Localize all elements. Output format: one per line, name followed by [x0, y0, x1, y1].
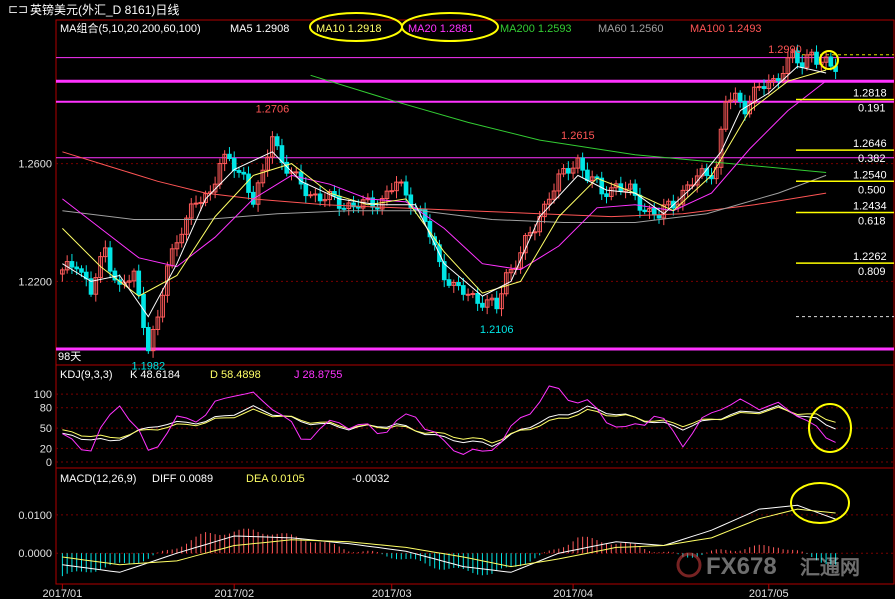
candle-body: [651, 208, 657, 216]
kdj-legend-j: J 28.8755: [294, 369, 342, 381]
kdj-ytick-label: 80: [40, 403, 52, 415]
xtick-label: 2017/01: [43, 588, 83, 599]
fib-level-ratio: 0.618: [858, 215, 886, 227]
xtick-label: 2017/04: [553, 588, 593, 599]
candle-body: [341, 207, 347, 210]
xtick-label: 2017/05: [749, 588, 789, 599]
price-annotation: 1.2990: [768, 44, 802, 56]
candle-body: [761, 86, 767, 89]
candle-body: [532, 231, 538, 234]
candle-body: [756, 86, 762, 89]
candle-body: [198, 201, 204, 204]
candle-body: [241, 171, 247, 175]
kdj-legend-d: D 58.4898: [210, 369, 261, 381]
watermark-text: FX678: [706, 553, 777, 580]
candle-body: [656, 214, 662, 219]
macd-legend-name: MACD(12,26,9): [60, 473, 136, 485]
candle-body: [494, 297, 500, 310]
fib-level-price: 1.2434: [853, 200, 887, 212]
candle-body: [389, 190, 395, 193]
xtick-label: 2017/02: [214, 588, 254, 599]
candle-body: [313, 193, 318, 196]
candle-body: [79, 268, 84, 273]
fib-level-price: 1.2646: [853, 138, 887, 150]
kdj-ytick-label: 50: [40, 423, 52, 435]
kdj-ytick-label: 100: [34, 389, 52, 401]
fib-level-ratio: 0.382: [858, 153, 886, 165]
price-ytick-label: 1.2600: [18, 159, 52, 171]
price-annotation: 1.2106: [480, 324, 514, 336]
xtick-label: 2017/03: [372, 588, 412, 599]
candle-body: [74, 266, 80, 270]
ma10-legend: MA10 1.2918: [316, 23, 381, 35]
candle-body: [566, 168, 571, 174]
kdj-legend-name: KDJ(9,3,3): [60, 369, 113, 381]
fib-level-ratio: 0.500: [858, 184, 886, 196]
candle-body: [799, 62, 805, 68]
price-ytick-label: 1.2200: [18, 276, 52, 288]
macd-ytick-label: 0.0000: [18, 548, 52, 560]
candle-body: [274, 136, 280, 147]
kdj-legend-k: K 48.6184: [130, 369, 180, 381]
candle-body: [480, 302, 485, 308]
macd-ytick-label: 0.0100: [18, 510, 52, 522]
candle-body: [604, 193, 609, 197]
candle-body: [585, 169, 590, 182]
candle-body: [456, 281, 461, 287]
candle-body: [107, 247, 113, 272]
watermark-suffix: 汇通网: [800, 556, 860, 579]
macd-legend-diff: DIFF 0.0089: [152, 473, 213, 485]
candle-body: [776, 78, 781, 82]
candle-body: [293, 171, 299, 174]
fib-level-price: 1.2262: [853, 251, 887, 263]
candle-body: [461, 285, 466, 295]
candle-body: [403, 181, 409, 196]
candle-body: [642, 209, 648, 213]
candle-body: [446, 279, 452, 286]
candle-body: [145, 326, 151, 352]
ma200-legend: MA200 1.2593: [500, 23, 572, 35]
fib-level-price: 1.2540: [853, 169, 887, 181]
candle-body: [828, 56, 834, 67]
candle-body: [465, 293, 471, 296]
candle-body: [475, 293, 480, 304]
candle-body: [236, 170, 242, 173]
candle-body: [227, 153, 232, 160]
fib-level-ratio: 0.191: [858, 102, 886, 114]
ma20-legend: MA20 1.2881: [408, 23, 473, 35]
candle-body: [317, 193, 323, 202]
ma100-legend: MA100 1.2493: [690, 23, 762, 35]
price-annotation: 1.2615: [561, 130, 595, 142]
menu-icon[interactable]: ⊏⊐: [8, 2, 28, 16]
ma60-legend: MA60 1.2560: [598, 23, 663, 35]
candle-body: [303, 183, 309, 197]
candle-body: [355, 206, 361, 209]
candle-body: [398, 181, 404, 184]
candle-body: [308, 194, 313, 197]
title-bar: ⊏⊐ 英镑美元(外汇_D 8161)日线: [8, 2, 179, 17]
candle-body: [136, 270, 142, 295]
candle-body: [580, 157, 585, 171]
candle-body: [69, 261, 75, 268]
ma-legend-group: MA组合(5,10,20,200,60,100): [60, 21, 201, 35]
candle-body: [193, 202, 199, 205]
bars-count-label: 98天: [58, 351, 81, 363]
kdj-ytick-label: 20: [40, 443, 52, 455]
stock-chart: ⊏⊐ 英镑美元(外汇_D 8161)日线 1.2818 0.191 1.2646 0.…: [0, 0, 895, 599]
macd-legend-dea: DEA 0.0105: [246, 473, 305, 485]
candle-body: [246, 173, 251, 193]
kdj-ytick-label: 0: [46, 457, 52, 469]
macd-legend-hist: -0.0032: [352, 473, 389, 485]
fib-level-price: 1.2818: [853, 87, 887, 99]
price-annotation: 1.2706: [256, 103, 290, 115]
candle-body: [737, 92, 743, 102]
window-title: 英镑美元(外汇_D 8161)日线: [30, 2, 179, 17]
watermark: FX678 汇通网: [676, 552, 860, 580]
candle-body: [814, 51, 819, 65]
candle-body: [470, 293, 476, 296]
ma5-legend: MA5 1.2908: [230, 23, 289, 35]
fib-level-ratio: 0.809: [858, 266, 886, 278]
